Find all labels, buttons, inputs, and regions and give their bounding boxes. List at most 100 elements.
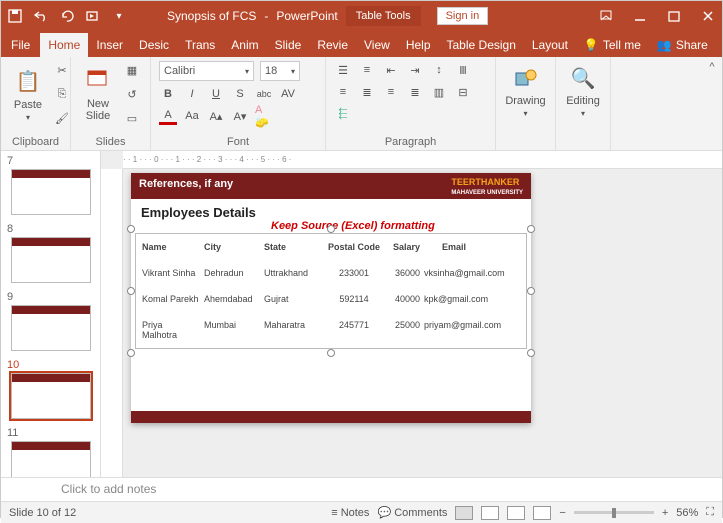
tab-home[interactable]: Home: [40, 33, 88, 57]
italic-button[interactable]: I: [183, 85, 201, 103]
thumb-11[interactable]: [11, 441, 91, 477]
table-row: Komal ParekhAhemdabadGujrat59211440000kp…: [136, 286, 526, 312]
shrink-font-button[interactable]: A▾: [231, 107, 249, 125]
indent-inc-button[interactable]: ⇥: [406, 61, 424, 79]
startover-icon[interactable]: [85, 8, 101, 24]
format-painter-icon[interactable]: 🖌: [53, 109, 71, 127]
redo-icon[interactable]: [59, 8, 75, 24]
slide-counter: Slide 10 of 12: [9, 507, 76, 519]
undo-icon[interactable]: [33, 8, 49, 24]
thumb-10[interactable]: [11, 373, 91, 419]
tab-file[interactable]: File: [1, 33, 40, 57]
clear-format-button[interactable]: A🧽: [255, 107, 273, 125]
tab-view[interactable]: View: [356, 33, 398, 57]
clipboard-icon: 📋: [13, 67, 43, 97]
zoom-slider[interactable]: [574, 511, 654, 514]
tab-design[interactable]: Desic: [131, 33, 177, 57]
save-icon[interactable]: [7, 8, 23, 24]
tab-layout[interactable]: Layout: [524, 33, 576, 57]
maximize-icon[interactable]: [666, 8, 682, 24]
notes-toggle[interactable]: ≡ Notes: [331, 507, 369, 519]
group-paragraph: Paragraph: [334, 134, 487, 148]
tab-insert[interactable]: Inser: [88, 33, 131, 57]
justify-button[interactable]: ≣: [406, 83, 424, 101]
align-text-button[interactable]: ⊟: [454, 83, 472, 101]
font-size-select[interactable]: 18▾: [260, 61, 300, 81]
tell-me[interactable]: 💡Tell me: [576, 33, 649, 57]
slide-header: References, if any: [139, 178, 233, 194]
bullets-button[interactable]: ☰: [334, 61, 352, 79]
sorter-view-icon[interactable]: [481, 506, 499, 520]
section-icon[interactable]: ▭: [123, 109, 141, 127]
tab-review[interactable]: Revie: [309, 33, 356, 57]
columns-button[interactable]: ▥: [430, 83, 448, 101]
comments-toggle[interactable]: 💬 Comments: [377, 506, 447, 519]
ruler-vertical: [101, 169, 123, 477]
notes-pane[interactable]: Click to add notes: [1, 477, 722, 501]
strike-button[interactable]: S: [231, 85, 249, 103]
grow-font-button[interactable]: A▴: [207, 107, 225, 125]
tab-table-design[interactable]: Table Design: [439, 33, 524, 57]
layout-icon[interactable]: ▦: [123, 61, 141, 79]
thumb-8[interactable]: [11, 237, 91, 283]
shapes-icon: [511, 63, 541, 93]
group-slides: Slides: [79, 134, 142, 148]
university-logo: TEERTHANKERMAHAVEER UNIVERSITY: [451, 178, 523, 194]
text-direction-button[interactable]: Ⅲ: [454, 61, 472, 79]
ribbon-options-icon[interactable]: [598, 8, 614, 24]
font-name-select[interactable]: Calibri▾: [159, 61, 254, 81]
bulb-icon: 💡: [584, 38, 599, 52]
spacing-button[interactable]: AV: [279, 85, 297, 103]
tab-slideshow[interactable]: Slide: [267, 33, 310, 57]
slide-thumbnails[interactable]: 7 8 9 10 11 12: [1, 151, 101, 477]
reset-icon[interactable]: ↺: [123, 85, 141, 103]
zoom-in-button[interactable]: +: [662, 507, 668, 519]
fit-window-icon[interactable]: ⛶: [706, 506, 714, 519]
copy-icon[interactable]: ⎘: [53, 85, 71, 103]
share-icon: 👥: [657, 38, 672, 52]
editing-button[interactable]: 🔍 Editing▾: [564, 61, 602, 120]
new-slide-icon: [83, 66, 113, 96]
paste-button[interactable]: 📋 Paste ▾: [9, 65, 47, 124]
new-slide-button[interactable]: New Slide: [79, 64, 117, 124]
align-center-button[interactable]: ≣: [358, 83, 376, 101]
close-icon[interactable]: [700, 8, 716, 24]
change-case-button[interactable]: Aa: [183, 107, 201, 125]
normal-view-icon[interactable]: [455, 506, 473, 520]
zoom-level[interactable]: 56%: [676, 507, 698, 519]
document-title: Synopsis of FCS: [167, 9, 256, 23]
slide-title: Employees Details: [131, 199, 531, 220]
share-button[interactable]: 👥Share: [649, 33, 716, 57]
align-right-button[interactable]: ≡: [382, 83, 400, 101]
collapse-ribbon-icon[interactable]: ^: [702, 57, 722, 150]
context-tab: Table Tools: [346, 6, 421, 26]
tab-help[interactable]: Help: [398, 33, 439, 57]
thumb-7[interactable]: [11, 169, 91, 215]
minimize-icon[interactable]: [632, 8, 648, 24]
tab-animations[interactable]: Anim: [223, 33, 266, 57]
line-spacing-button[interactable]: ↕: [430, 61, 448, 79]
underline-button[interactable]: U: [207, 85, 225, 103]
slide-canvas[interactable]: References, if any TEERTHANKERMAHAVEER U…: [131, 173, 531, 423]
reading-view-icon[interactable]: [507, 506, 525, 520]
zoom-out-button[interactable]: −: [559, 507, 565, 519]
shadow-button[interactable]: abc: [255, 85, 273, 103]
table-row: Vikrant SinhaDehradunUttrakhand233001360…: [136, 260, 526, 286]
tab-transitions[interactable]: Trans: [177, 33, 223, 57]
indent-dec-button[interactable]: ⇤: [382, 61, 400, 79]
thumb-9[interactable]: [11, 305, 91, 351]
cut-icon[interactable]: ✂: [53, 61, 71, 79]
employee-table[interactable]: NameCityStatePostal CodeSalaryEmail Vikr…: [135, 233, 527, 349]
font-color-button[interactable]: A: [159, 107, 177, 125]
drawing-button[interactable]: Drawing▾: [504, 61, 547, 120]
group-clipboard: Clipboard: [9, 134, 62, 148]
table-row: Priya MalhotraMumbaiMaharatra24577125000…: [136, 312, 526, 348]
group-font: Font: [159, 134, 317, 148]
qat-more-icon[interactable]: ▾: [111, 8, 127, 24]
align-left-button[interactable]: ≡: [334, 83, 352, 101]
smartart-button[interactable]: ⬱: [334, 105, 352, 123]
signin-button[interactable]: Sign in: [437, 7, 489, 25]
numbering-button[interactable]: ≡: [358, 61, 376, 79]
slideshow-view-icon[interactable]: [533, 506, 551, 520]
bold-button[interactable]: B: [159, 85, 177, 103]
